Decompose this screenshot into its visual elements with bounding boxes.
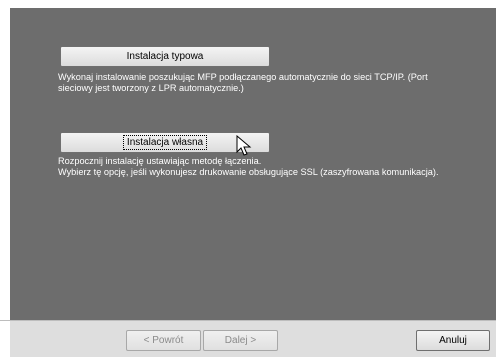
custom-installation-label: Instalacja własna	[122, 135, 208, 150]
next-button-label: Dalej >	[224, 335, 257, 346]
standard-installation-button[interactable]: Instalacja typowa	[60, 46, 270, 67]
cancel-button-label: Anuluj	[439, 335, 467, 346]
footer-accent	[0, 321, 10, 357]
next-button[interactable]: Dalej >	[203, 330, 278, 351]
back-button-label: < Powrót	[143, 335, 184, 346]
custom-installation-description: Rozpocznij instalację ustawiając metodę …	[58, 156, 439, 177]
content-panel: Instalacja typowa Wykonaj instalowanie p…	[10, 8, 496, 320]
installer-window: Instalacja typowa Wykonaj instalowanie p…	[0, 0, 496, 357]
standard-installation-description: Wykonaj instalowanie poszukując MFP podł…	[58, 72, 428, 93]
cancel-button[interactable]: Anuluj	[416, 330, 490, 351]
mouse-pointer-icon	[236, 135, 252, 156]
standard-installation-label: Instalacja typowa	[126, 51, 204, 62]
footer-bar: < Powrót Dalej > Anuluj	[0, 320, 496, 357]
back-button[interactable]: < Powrót	[126, 330, 201, 351]
